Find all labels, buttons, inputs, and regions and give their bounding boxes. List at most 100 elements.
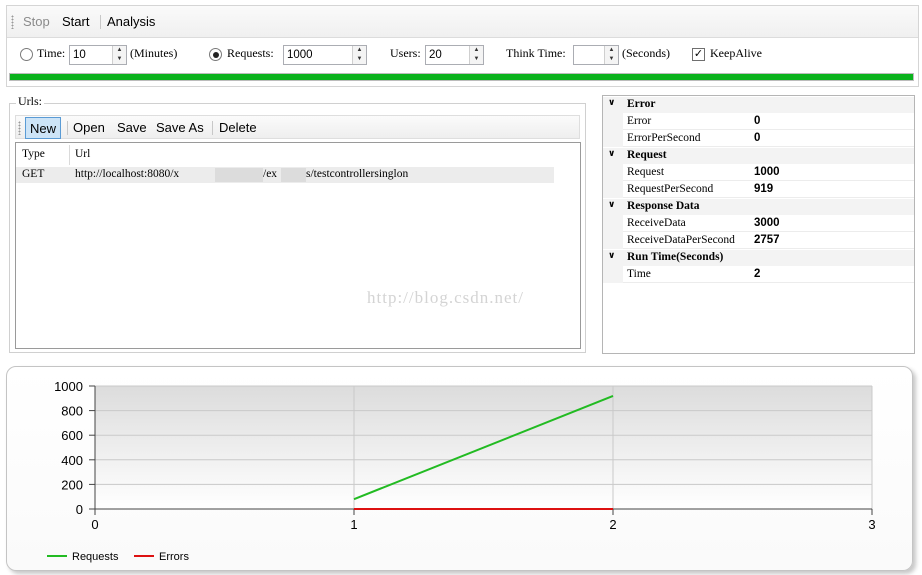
property-key: Error <box>627 115 652 127</box>
column-separator[interactable] <box>69 145 70 165</box>
keepalive-checkbox[interactable]: ✓ <box>692 48 705 61</box>
spin-down-icon[interactable]: ▼ <box>353 55 366 64</box>
chevron-down-icon[interactable]: ∨ <box>608 251 615 261</box>
new-button[interactable]: New <box>25 117 62 139</box>
users-label: Users: <box>390 46 421 60</box>
y-tick-label: 0 <box>76 502 83 517</box>
requests-stepper-arrows[interactable]: ▲ ▼ <box>352 46 366 64</box>
property-row[interactable]: ReceiveDataPerSecond 2757 <box>603 232 914 249</box>
check-icon: ✓ <box>693 48 704 60</box>
url-table[interactable]: Type Url GET http://localhost:8080/x /ex… <box>15 142 581 349</box>
main-toolbar: Stop Start Analysis <box>7 6 918 38</box>
users-stepper-arrows[interactable]: ▲ ▼ <box>469 46 483 64</box>
chevron-down-icon[interactable]: ∨ <box>608 98 615 108</box>
toolbar-grip-icon[interactable] <box>18 121 21 135</box>
spin-up-icon[interactable]: ▲ <box>353 46 366 55</box>
users-stepper[interactable]: 20 ▲ ▼ <box>425 45 484 65</box>
y-tick-label: 600 <box>61 428 83 443</box>
redacted-region <box>281 168 306 182</box>
property-row[interactable]: RequestPerSecond 919 <box>603 181 914 198</box>
property-row[interactable]: ReceiveData 3000 <box>603 215 914 232</box>
property-key: ReceiveData <box>627 217 686 229</box>
delete-button[interactable]: Delete <box>219 120 257 135</box>
save-as-button[interactable]: Save As <box>156 120 204 135</box>
time-stepper[interactable]: 10 ▲ ▼ <box>69 45 127 65</box>
property-row[interactable]: Error 0 <box>603 113 914 130</box>
legend-label: Requests <box>72 551 119 563</box>
x-tick-label: 0 <box>91 517 98 532</box>
category-title: Run Time(Seconds) <box>627 251 724 263</box>
think-time-stepper-arrows[interactable]: ▲ ▼ <box>604 46 618 64</box>
stop-button[interactable]: Stop <box>23 14 50 29</box>
category-request[interactable]: ∨ Request <box>603 148 914 164</box>
time-unit-label: (Minutes) <box>130 46 178 60</box>
requests-value: 1000 <box>287 49 313 61</box>
time-label: Time: <box>37 46 66 60</box>
time-value: 10 <box>73 49 86 61</box>
keepalive-label: KeepAlive <box>710 46 762 60</box>
property-value: 0 <box>754 115 761 127</box>
open-button[interactable]: Open <box>73 120 105 135</box>
time-radio[interactable] <box>20 48 33 61</box>
row-type: GET <box>22 168 45 180</box>
column-header-type[interactable]: Type <box>22 148 45 160</box>
toolbar-separator <box>100 15 101 29</box>
line-chart: 0 200 400 600 800 1000 0 1 2 3 Requests Errors <box>47 379 876 563</box>
x-tick-label: 3 <box>868 517 875 532</box>
start-button[interactable]: Start <box>62 14 89 29</box>
users-value: 20 <box>429 49 442 61</box>
category-run-time[interactable]: ∨ Run Time(Seconds) <box>603 250 914 266</box>
spin-up-icon[interactable]: ▲ <box>470 46 483 55</box>
requests-radio[interactable] <box>209 48 222 61</box>
row-url-prefix: http://localhost:8080/x <box>75 168 180 180</box>
category-title: Response Data <box>627 200 700 212</box>
y-tick-label: 200 <box>61 477 83 492</box>
spin-up-icon[interactable]: ▲ <box>113 46 126 55</box>
category-title: Error <box>627 98 656 110</box>
requests-stepper[interactable]: 1000 ▲ ▼ <box>283 45 367 65</box>
spin-down-icon[interactable]: ▼ <box>605 55 618 64</box>
property-value: 1000 <box>754 166 780 178</box>
watermark: http://blog.csdn.net/ <box>367 288 524 307</box>
property-value: 2 <box>754 268 761 280</box>
progress-fill <box>10 74 913 80</box>
category-title: Request <box>627 149 667 161</box>
time-stepper-arrows[interactable]: ▲ ▼ <box>112 46 126 64</box>
category-response-data[interactable]: ∨ Response Data <box>603 199 914 215</box>
think-time-stepper[interactable]: ▲ ▼ <box>573 45 619 65</box>
property-row[interactable]: Time 2 <box>603 266 914 283</box>
save-button[interactable]: Save <box>117 120 147 135</box>
y-tick-label: 1000 <box>54 379 83 394</box>
think-time-label: Think Time: <box>506 46 566 60</box>
y-tick-label: 400 <box>61 453 83 468</box>
chevron-down-icon[interactable]: ∨ <box>608 200 615 210</box>
property-value: 919 <box>754 183 774 195</box>
y-tick-label: 800 <box>61 404 83 419</box>
row-url-suffix: s/testcontrollersinglon <box>306 168 409 180</box>
property-row[interactable]: Request 1000 <box>603 164 914 181</box>
property-value: 2757 <box>754 234 780 246</box>
toolbar-grip-icon[interactable] <box>11 15 14 29</box>
column-header-url[interactable]: Url <box>75 148 90 160</box>
legend-label: Errors <box>159 551 189 563</box>
property-row[interactable]: ErrorPerSecond 0 <box>603 130 914 147</box>
spin-down-icon[interactable]: ▼ <box>470 55 483 64</box>
table-row[interactable]: GET http://localhost:8080/x /ex s/testco… <box>16 167 554 183</box>
property-key: RequestPerSecond <box>627 183 714 195</box>
toolbar-separator <box>67 121 68 135</box>
category-error[interactable]: ∨ Error <box>603 97 914 113</box>
redacted-region <box>215 168 263 182</box>
analysis-button[interactable]: Analysis <box>107 14 155 29</box>
progress-bar <box>9 73 914 81</box>
spin-up-icon[interactable]: ▲ <box>605 46 618 55</box>
property-key: ReceiveDataPerSecond <box>627 234 735 246</box>
requests-label: Requests: <box>227 46 274 60</box>
chevron-down-icon[interactable]: ∨ <box>608 149 615 159</box>
x-tick-label: 1 <box>350 517 357 532</box>
property-key: Time <box>627 268 651 280</box>
property-value: 0 <box>754 132 761 144</box>
stats-property-grid: ∨ Error Error 0 ErrorPerSecond 0 ∨ Reque… <box>602 95 915 354</box>
spin-down-icon[interactable]: ▼ <box>113 55 126 64</box>
urls-group-title: Urls: <box>16 94 44 109</box>
property-key: Request <box>627 166 665 178</box>
